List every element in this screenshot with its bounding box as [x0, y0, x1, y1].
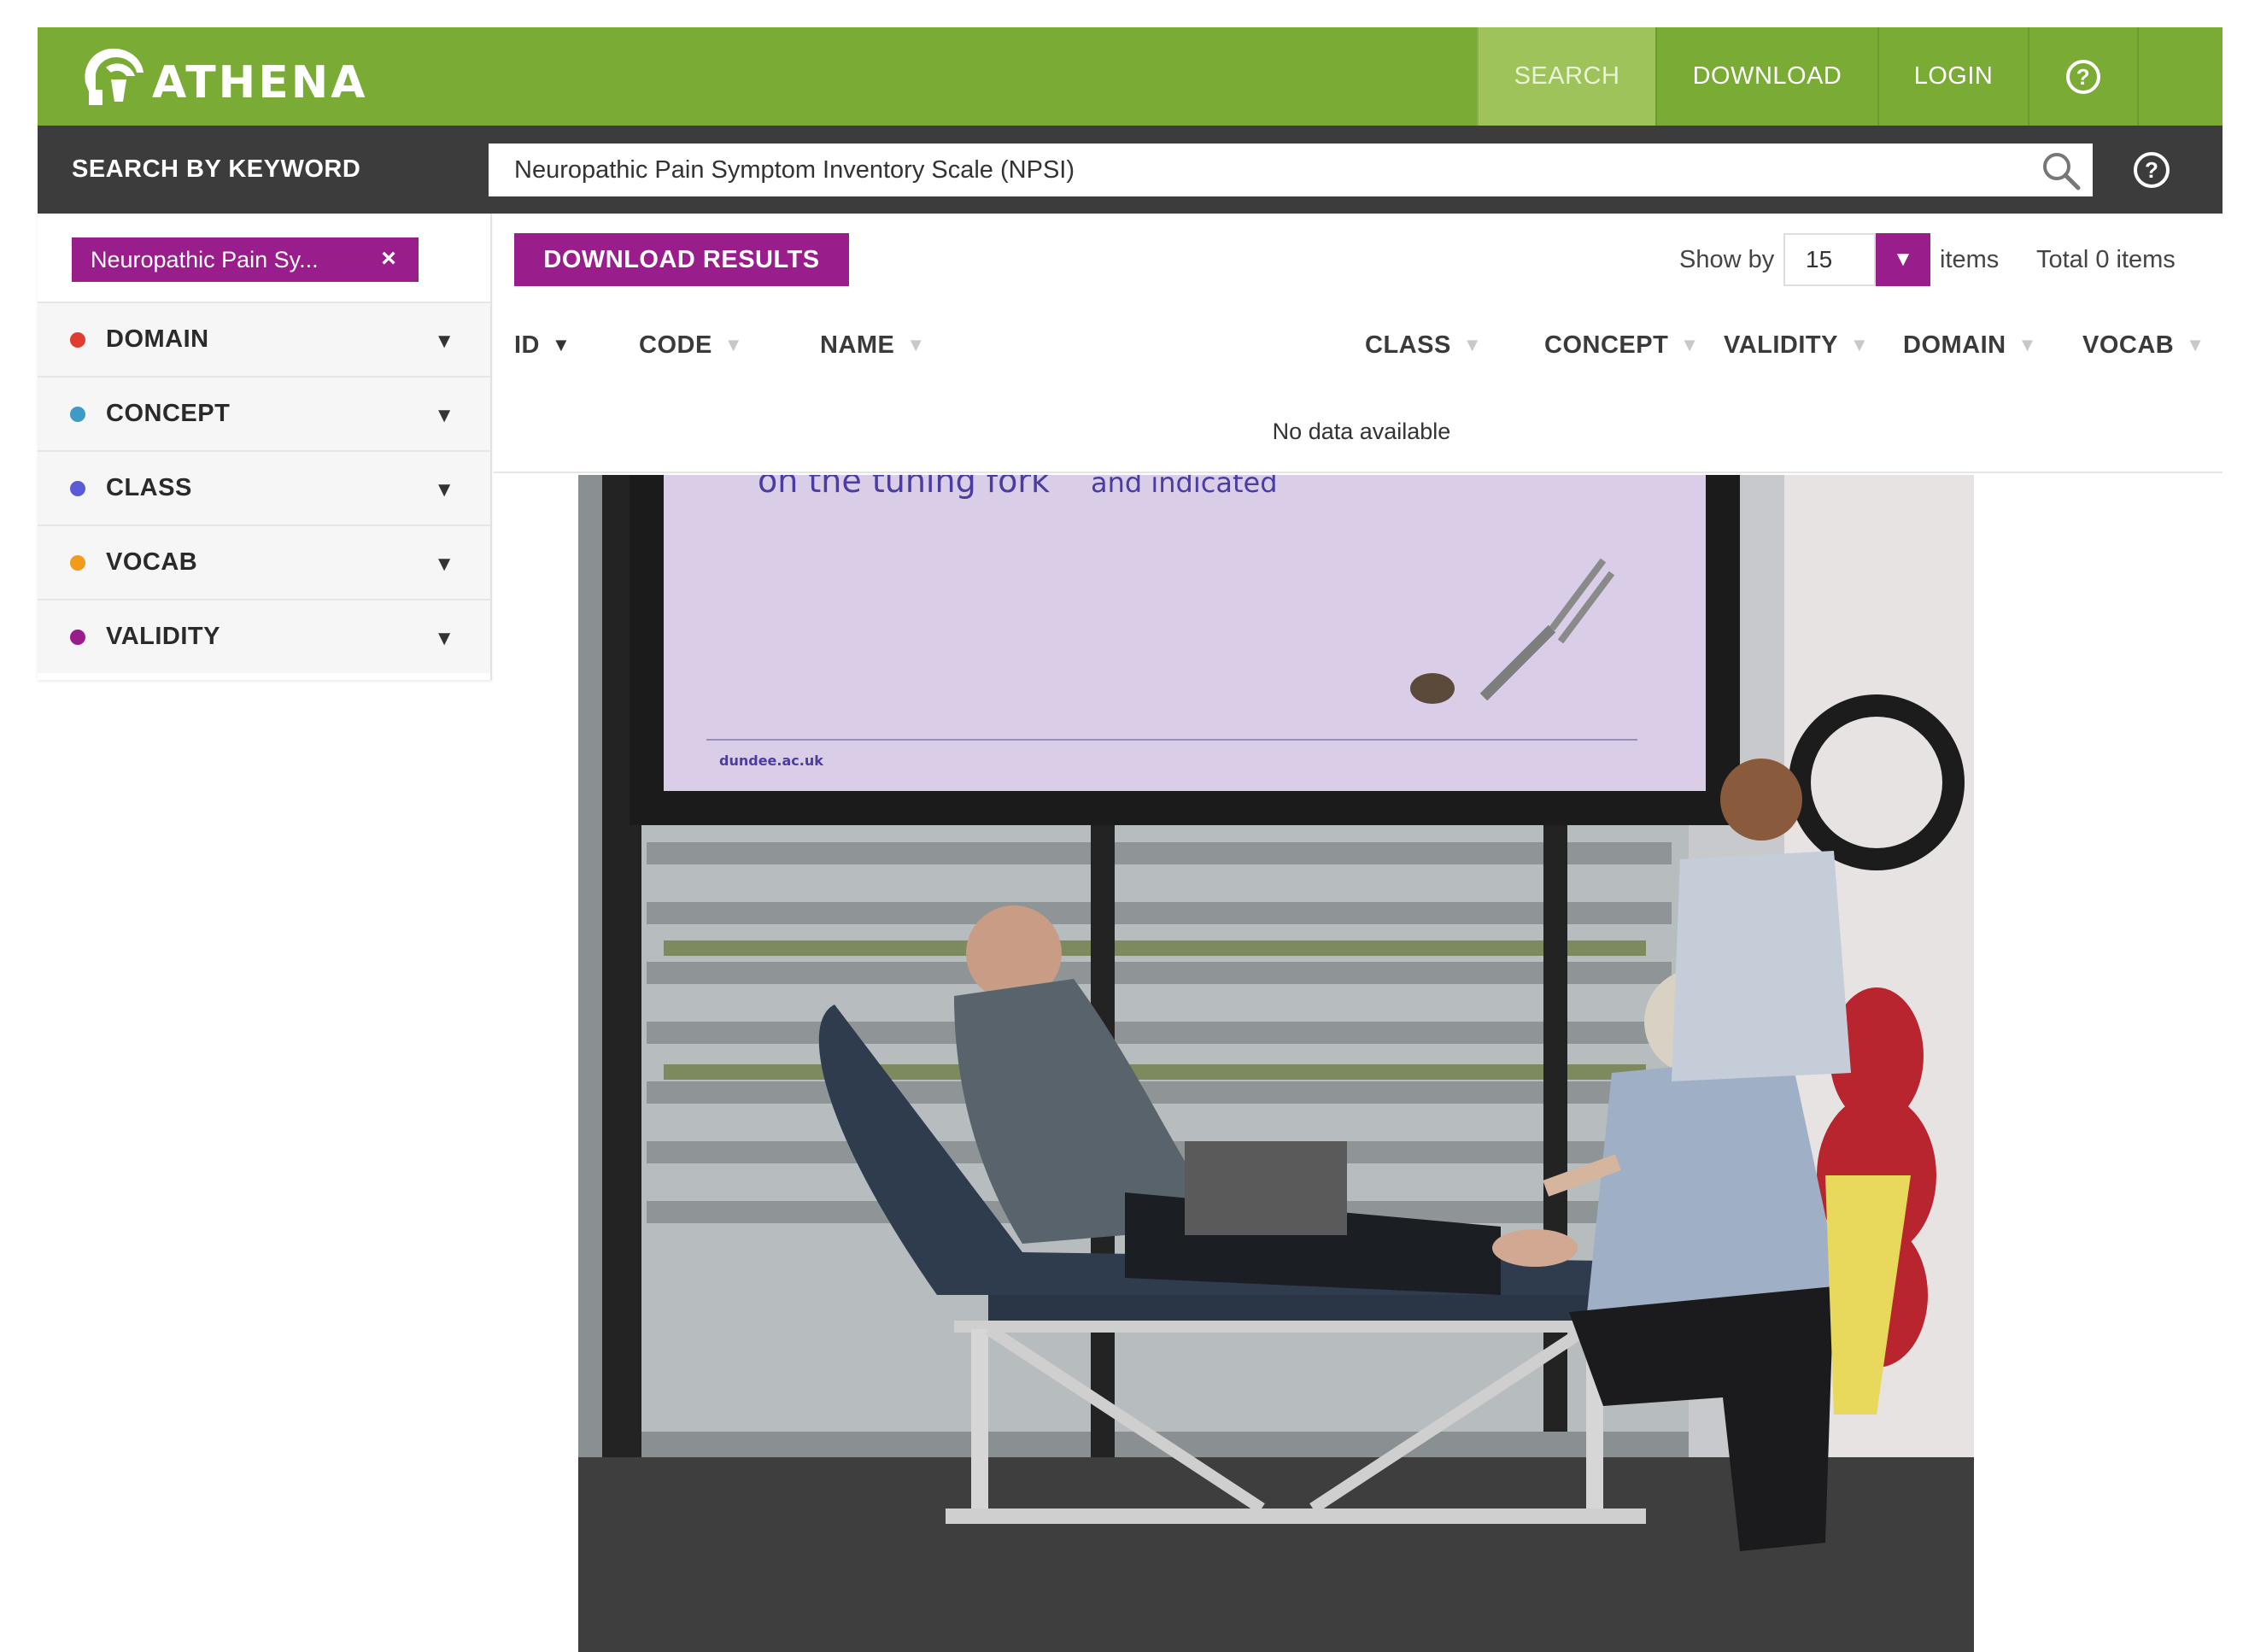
chevron-down-icon: ▼ [434, 553, 454, 576]
athena-logo[interactable]: ATHENA [77, 39, 367, 113]
column-header-code[interactable]: CODE ▼ [639, 316, 743, 374]
chevron-down-icon: ▼ [434, 627, 454, 650]
chevron-down-icon: ▼ [434, 478, 454, 501]
domain-dot-icon [70, 331, 85, 348]
nav-search[interactable]: SEARCH [1477, 27, 1655, 126]
sort-icon: ▼ [723, 334, 744, 355]
column-header-domain[interactable]: DOMAIN ▼ [1903, 316, 2037, 374]
sort-icon: ▼ [1680, 334, 1700, 355]
filter-sidebar: Neuropathic Pain Sy... × DOMAIN ▼ CONCEP… [38, 214, 492, 680]
column-label: VALIDITY [1724, 331, 1838, 359]
help-icon: ? [2066, 59, 2100, 94]
sort-icon: ▼ [1462, 334, 1483, 355]
facet-label: CLASS [106, 474, 192, 501]
facet-label: VALIDITY [106, 623, 220, 650]
column-label: CLASS [1365, 331, 1451, 359]
clinic-demonstration-photo: on the tuning fork and indicated dundee.… [578, 475, 1974, 1652]
column-header-id[interactable]: ID ▼ [514, 316, 571, 374]
facet-vocab[interactable]: VOCAB ▼ [38, 524, 490, 599]
column-label: CODE [639, 331, 712, 359]
results-table-body: No data available [494, 391, 2223, 473]
slide-text-1: on the tuning fork [758, 475, 1050, 500]
validity-dot-icon [70, 629, 85, 645]
filter-chip-label: Neuropathic Pain Sy... [91, 246, 319, 272]
sort-icon: ▼ [552, 334, 571, 355]
close-icon[interactable]: × [374, 244, 403, 273]
column-label: NAME [820, 331, 895, 359]
class-dot-icon [70, 480, 85, 496]
search-input[interactable] [489, 144, 2093, 196]
sort-icon: ▼ [2018, 334, 2037, 355]
search-label: SEARCH BY KEYWORD [72, 155, 361, 183]
search-icon[interactable] [2041, 151, 2081, 190]
chevron-down-icon: ▼ [1893, 248, 1913, 271]
column-header-class[interactable]: CLASS ▼ [1365, 316, 1482, 374]
column-header-name[interactable]: NAME ▼ [820, 316, 926, 374]
empty-state-message: No data available [1272, 418, 1451, 444]
slide-footer: dundee.ac.uk [719, 753, 823, 769]
facet-concept[interactable]: CONCEPT ▼ [38, 376, 490, 450]
facet-label: CONCEPT [106, 400, 231, 427]
help-icon: ? [2134, 152, 2170, 188]
search-bar: SEARCH BY KEYWORD ? [38, 126, 2223, 214]
chevron-down-icon: ▼ [434, 404, 454, 427]
vocab-dot-icon [70, 554, 85, 571]
brand-name: ATHENA [152, 57, 368, 108]
column-label: ID [514, 331, 540, 359]
items-label: items [1940, 246, 2000, 273]
column-header-concept[interactable]: CONCEPT ▼ [1544, 316, 1700, 374]
column-label: VOCAB [2082, 331, 2175, 359]
results-table-header: ID ▼ CODE ▼ NAME ▼ CLASS ▼ CONCEPT ▼ VAL… [494, 316, 2223, 374]
column-header-validity[interactable]: VALIDITY ▼ [1724, 316, 1869, 374]
active-filter-chip: Neuropathic Pain Sy... × [72, 237, 419, 282]
sort-icon: ▼ [1849, 334, 1870, 355]
page-size-dropdown-button[interactable]: ▼ [1876, 233, 1930, 286]
sort-icon: ▼ [906, 334, 926, 355]
sort-icon: ▼ [2186, 334, 2205, 355]
helmet-icon [85, 48, 143, 105]
top-navigation-bar: ATHENA SEARCH DOWNLOAD LOGIN ? [38, 27, 2223, 126]
facet-label: DOMAIN [106, 325, 209, 353]
nav-help-button[interactable]: ? [2028, 27, 2139, 126]
facet-class[interactable]: CLASS ▼ [38, 450, 490, 524]
page-size-select[interactable]: 15 [1783, 233, 1876, 286]
nav-download[interactable]: DOWNLOAD [1655, 27, 1877, 126]
facet-validity[interactable]: VALIDITY ▼ [38, 599, 490, 673]
column-label: CONCEPT [1544, 331, 1669, 359]
column-header-vocab[interactable]: VOCAB ▼ [2082, 316, 2205, 374]
column-label: DOMAIN [1903, 331, 2006, 359]
chevron-down-icon: ▼ [434, 330, 454, 353]
download-results-button[interactable]: DOWNLOAD RESULTS [514, 233, 849, 286]
show-by-label: Show by [1679, 246, 1775, 273]
search-help-button[interactable]: ? [2134, 152, 2170, 188]
nav-login[interactable]: LOGIN [1877, 27, 2028, 126]
overlay-photo: on the tuning fork and indicated dundee.… [578, 475, 1974, 1652]
total-items-count: Total 0 items [2036, 246, 2176, 273]
concept-dot-icon [70, 406, 85, 422]
slide-text-2: and indicated [1091, 475, 1278, 499]
facet-label: VOCAB [106, 548, 198, 576]
facet-domain[interactable]: DOMAIN ▼ [38, 302, 490, 376]
